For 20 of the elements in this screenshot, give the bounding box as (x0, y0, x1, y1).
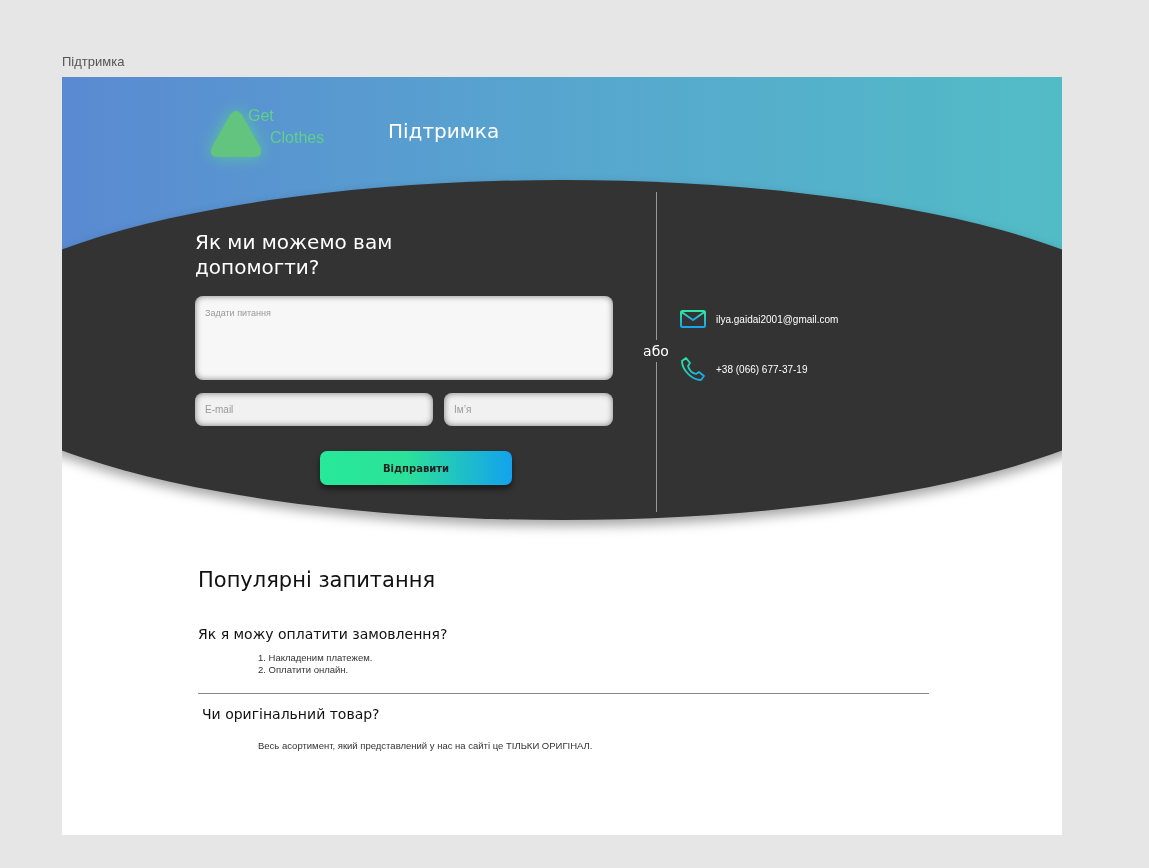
page-title: Підтримка (388, 119, 500, 143)
faq-question: Як я можу оплатити замовлення? (198, 626, 449, 642)
frame-label: Підтримка (62, 54, 126, 71)
submit-button[interactable]: Відправити (320, 451, 512, 485)
or-label: або (643, 342, 669, 361)
answer-list-item: 1. Накладеним платежем. (258, 652, 374, 663)
email-field[interactable]: E-mail (195, 393, 433, 426)
question-field[interactable]: Задати питання (195, 296, 613, 380)
section-title: Популярні запитання (198, 568, 437, 592)
form-heading: Як ми можемо вам допомогти? (195, 230, 394, 280)
phone-icon (680, 356, 706, 382)
envelope-icon (680, 310, 706, 328)
name-field[interactable]: Ім’я (444, 393, 613, 426)
logo-text: Clothes (269, 128, 325, 148)
faq-question: Чи оригінальний товар? (201, 706, 381, 722)
faq-answer: Весь асортимент, який представлений у нас на сайті це ТІЛЬКИ ОРИГІНАЛ. (258, 740, 594, 751)
answer-list-item: 2. Оплатити онлайн. (258, 664, 350, 675)
logo-text: Get (248, 106, 275, 126)
phone-number: +38 (066) 677-37-19 (716, 363, 808, 375)
email-address: ilya.gaidai2001@gmail.com (716, 313, 839, 325)
